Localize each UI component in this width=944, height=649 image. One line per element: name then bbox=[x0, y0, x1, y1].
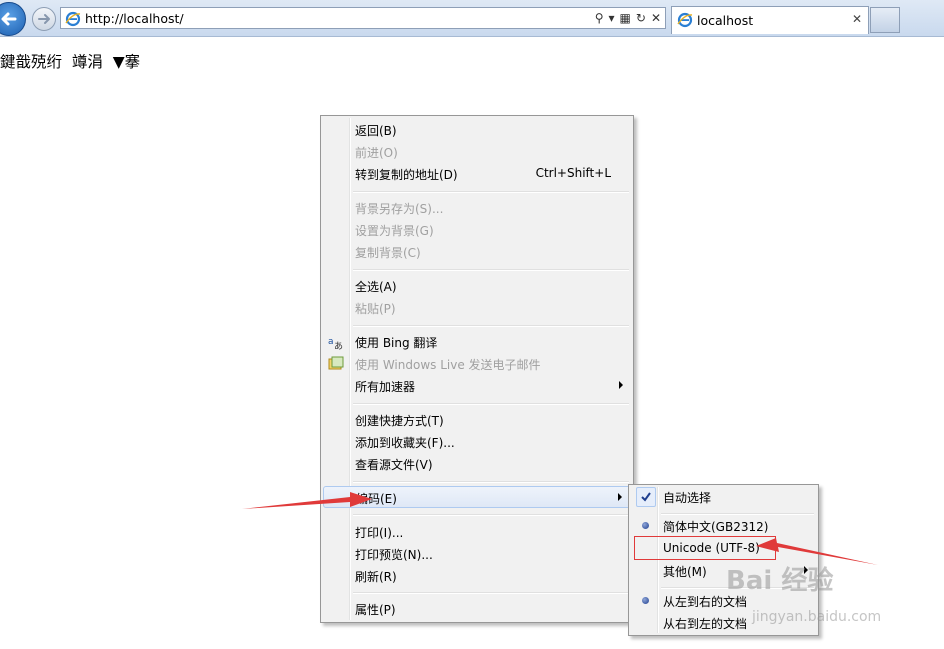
menu-item-goto-copied-address[interactable]: 转到复制的地址(D) Ctrl+Shift+L bbox=[323, 163, 631, 185]
menu-separator bbox=[353, 481, 629, 483]
menu-item-print[interactable]: 打印(I)... bbox=[323, 521, 631, 543]
menu-item-view-source[interactable]: 查看源文件(V) bbox=[323, 453, 631, 475]
menu-item-save-background[interactable]: 背景另存为(S)... bbox=[323, 197, 631, 219]
tab-localhost[interactable]: localhost ✕ bbox=[671, 6, 869, 34]
submenu-item-auto-select[interactable]: 自动选择 bbox=[631, 486, 816, 508]
mail-icon bbox=[328, 356, 344, 370]
close-tab-icon[interactable]: ✕ bbox=[852, 12, 862, 26]
context-menu: 返回(B) 前进(O) 转到复制的地址(D) Ctrl+Shift+L 背景另存… bbox=[320, 115, 634, 623]
menu-item-back[interactable]: 返回(B) bbox=[323, 119, 631, 141]
forward-arrow-icon bbox=[38, 14, 50, 24]
menu-item-add-favorites[interactable]: 添加到收藏夹(F)... bbox=[323, 431, 631, 453]
dropdown-icon[interactable]: ▾ bbox=[609, 11, 615, 25]
checkmark-icon bbox=[636, 487, 656, 507]
submenu-arrow-icon bbox=[618, 493, 622, 501]
address-url: http://localhost/ bbox=[85, 11, 184, 26]
submenu-item-gb2312[interactable]: 简体中文(GB2312) bbox=[631, 515, 816, 537]
menu-separator bbox=[353, 325, 629, 327]
menu-item-forward[interactable]: 前进(O) bbox=[323, 141, 631, 163]
menu-item-bing-translate[interactable]: a あ 使用 Bing 翻译 bbox=[323, 331, 631, 353]
menu-separator bbox=[353, 403, 629, 405]
baidu-watermark-url: jingyan.baidu.com bbox=[752, 609, 882, 625]
menu-item-copy-background[interactable]: 复制背景(C) bbox=[323, 241, 631, 263]
menu-separator bbox=[353, 269, 629, 271]
forward-button[interactable] bbox=[32, 7, 56, 31]
translate-icon: a あ bbox=[328, 337, 343, 350]
svg-text:a: a bbox=[328, 337, 334, 347]
search-icon[interactable]: ⚲ bbox=[595, 11, 604, 25]
address-bar[interactable]: http://localhost/ ⚲ ▾ ▦ ↻ ✕ bbox=[60, 7, 666, 29]
menu-item-set-background[interactable]: 设置为背景(G) bbox=[323, 219, 631, 241]
menu-item-encoding[interactable]: 编码(E) bbox=[323, 486, 631, 508]
back-button[interactable] bbox=[0, 2, 26, 36]
browser-toolbar: http://localhost/ ⚲ ▾ ▦ ↻ ✕ localhost ✕ bbox=[0, 0, 944, 37]
address-tools: ⚲ ▾ ▦ ↻ ✕ bbox=[595, 9, 661, 27]
new-tab-button[interactable] bbox=[870, 7, 900, 33]
compat-view-icon[interactable]: ▦ bbox=[620, 11, 631, 25]
menu-item-windows-live-mail[interactable]: 使用 Windows Live 发送电子邮件 bbox=[323, 353, 631, 375]
menu-item-refresh[interactable]: 刷新(R) bbox=[323, 565, 631, 587]
submenu-arrow-icon bbox=[619, 381, 623, 389]
menu-item-all-accelerators[interactable]: 所有加速器 bbox=[323, 375, 631, 397]
menu-item-properties[interactable]: 属性(P) bbox=[323, 598, 631, 620]
stop-icon[interactable]: ✕ bbox=[651, 11, 661, 25]
refresh-icon[interactable]: ↻ bbox=[636, 11, 646, 25]
menu-item-print-preview[interactable]: 打印预览(N)... bbox=[323, 543, 631, 565]
back-arrow-icon bbox=[1, 12, 17, 26]
menu-separator bbox=[353, 514, 629, 516]
garbled-page-text: 鍵戠殑绗 竴涓 ▼搴 bbox=[0, 53, 141, 71]
menu-item-select-all[interactable]: 全选(A) bbox=[323, 275, 631, 297]
ie-page-icon bbox=[65, 11, 81, 27]
utf8-annotation-box bbox=[634, 536, 776, 560]
menu-item-create-shortcut[interactable]: 创建快捷方式(T) bbox=[323, 409, 631, 431]
baidu-watermark: Bai 经验 bbox=[726, 566, 834, 596]
radio-dot-icon bbox=[642, 597, 649, 604]
menu-separator bbox=[353, 592, 629, 594]
menu-separator bbox=[353, 191, 629, 193]
svg-text:あ: あ bbox=[334, 341, 343, 350]
shortcut-label: Ctrl+Shift+L bbox=[535, 166, 611, 180]
ie-tab-icon bbox=[677, 12, 693, 28]
radio-dot-icon bbox=[642, 522, 649, 529]
menu-item-paste[interactable]: 粘贴(P) bbox=[323, 297, 631, 319]
tab-label: localhost bbox=[697, 13, 754, 28]
